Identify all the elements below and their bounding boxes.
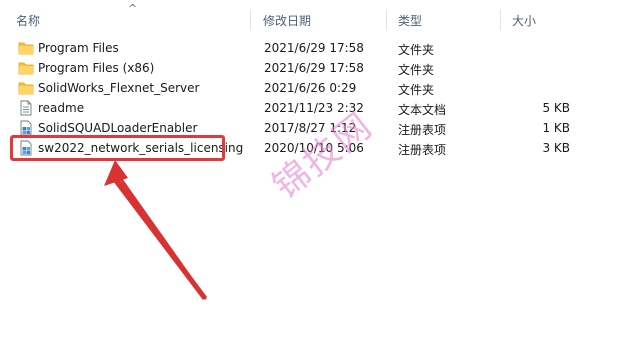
annotation-arrow bbox=[104, 160, 207, 300]
